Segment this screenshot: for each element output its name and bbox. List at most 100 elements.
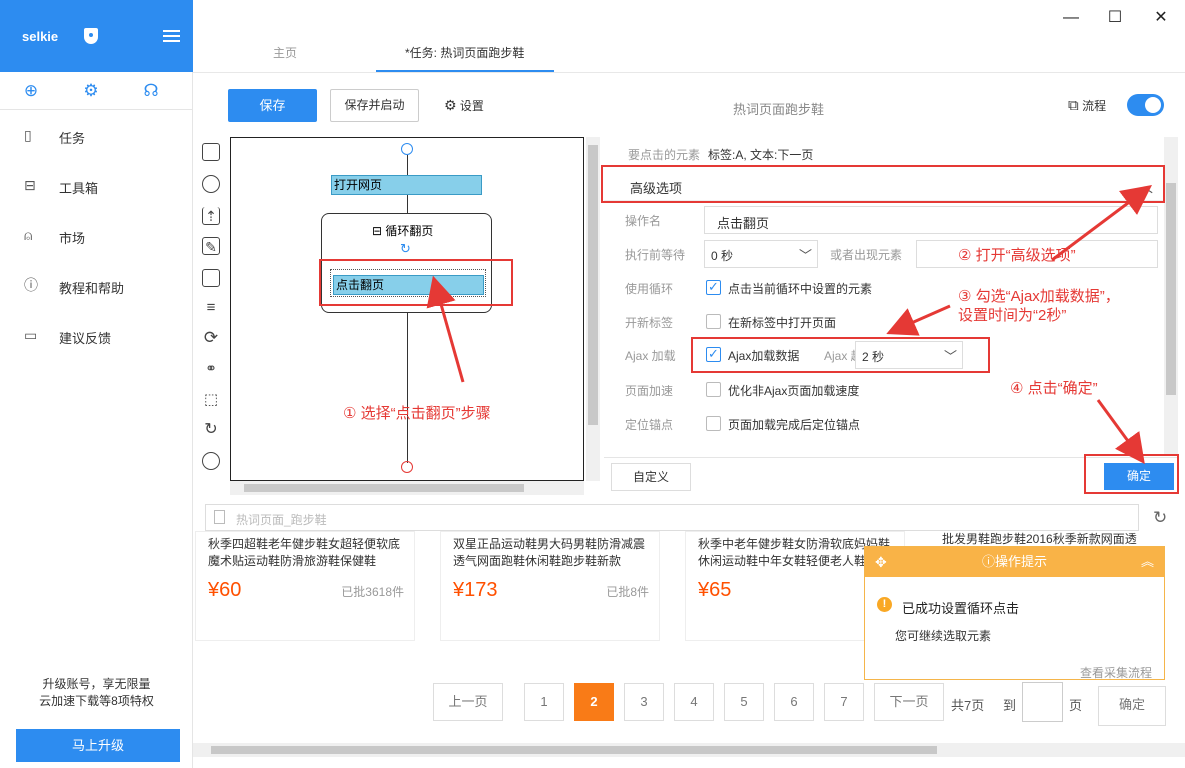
scroll-thumb[interactable] [588, 145, 598, 425]
add-circle-icon[interactable]: ⊕ [22, 82, 40, 100]
page-button-6[interactable]: 6 [774, 683, 814, 721]
maximize-icon[interactable]: ☐ [1105, 8, 1125, 28]
scroll-thumb[interactable] [244, 484, 524, 492]
use-loop-checkbox[interactable] [706, 279, 721, 295]
step3-annotation-2: 设置时间为“2秒” [958, 307, 1067, 324]
popup-header: ✥ ⓘ操作提示 ︽ [865, 547, 1164, 577]
custom-button[interactable]: 自定义 [611, 463, 691, 491]
refresh-icon[interactable]: ↻ [1153, 508, 1167, 528]
close-icon[interactable]: ✕ [1151, 8, 1171, 28]
step4-highlight [1084, 454, 1179, 494]
canvas-horizontal-scrollbar[interactable] [230, 481, 584, 495]
minimize-icon[interactable]: — [1061, 8, 1081, 28]
anchor-checkbox[interactable] [706, 416, 721, 431]
stop-tool-icon[interactable] [202, 452, 220, 470]
sidebar-item-feedback[interactable]: ▭ 建议反馈 [0, 310, 193, 360]
or-element-label: 或者出现元素 [830, 248, 903, 262]
chevron-down-icon: ﹀ [799, 248, 813, 263]
page-button-2[interactable]: 2 [574, 683, 614, 721]
sidebar-item-label: 工具箱 [59, 181, 99, 196]
save-and-run-button[interactable]: 保存并启动 [330, 89, 419, 122]
collapse-icon[interactable]: ︽ [1141, 547, 1154, 577]
brand-bar: selkie [0, 0, 193, 72]
page-button-1[interactable]: 1 [524, 683, 564, 721]
menu-icon[interactable] [163, 30, 180, 42]
page-unit-label: 页 [1069, 698, 1083, 713]
gear-icon[interactable]: ⚙ [82, 82, 100, 100]
operation-tip-popup: ✥ ⓘ操作提示 ︽ ! 已成功设置循环点击 您可继续选取元素 查看采集流程 [864, 546, 1165, 680]
flow-node-open-page[interactable]: 打开网页 [331, 175, 482, 195]
wait-label: 执行前等待 [625, 248, 686, 262]
step2-annotation: ② 打开“高级选项” [958, 247, 1076, 264]
page-horizontal-scrollbar[interactable] [193, 743, 1185, 757]
tab-home[interactable]: 主页 [273, 44, 297, 61]
product-sold: 已批8件 [606, 585, 649, 599]
save-button[interactable]: 保存 [228, 89, 317, 122]
anchor-label: 定位锚点 [625, 418, 674, 432]
edit-tool-icon[interactable]: ✎ [202, 237, 220, 255]
new-tab-checkbox[interactable] [706, 314, 721, 329]
flow-toggle[interactable] [1127, 94, 1164, 116]
product-card[interactable]: 批发男鞋跑步鞋2016秋季新款网面透 [930, 531, 1165, 545]
page-button-7[interactable]: 7 [824, 683, 864, 721]
goto-confirm-button[interactable]: 确定 [1098, 686, 1166, 726]
prev-page-button[interactable]: 上一页 [433, 683, 503, 721]
product-card[interactable]: 双星正品运动鞋男大码男鞋防滑减震透气网面跑鞋休闲鞋跑步鞋新款 ¥173 已批8件 [440, 531, 660, 641]
headset-icon[interactable]: ☊ [142, 82, 160, 100]
ajax-label: Ajax 加载 [625, 349, 676, 363]
speedup-checkbox[interactable] [706, 382, 721, 397]
step4-annotation: ④ 点击“确定” [1010, 380, 1098, 397]
tab-task[interactable]: *任务: 热词页面跑步鞋 [405, 44, 524, 61]
branch-tool-icon[interactable]: ⚭ [202, 359, 220, 377]
step2-highlight [601, 165, 1165, 203]
file-icon: ▯ [24, 127, 32, 143]
upload-tool-icon[interactable]: ⇡ [202, 207, 220, 225]
shield-icon[interactable] [84, 28, 98, 44]
view-flow-link[interactable]: 查看采集流程 [1080, 664, 1152, 681]
url-bar[interactable]: 热词页面_跑步鞋 [205, 504, 1139, 531]
op-name-input[interactable]: 点击翻页 [704, 206, 1158, 234]
anchor-text: 页面加载完成后定位锚点 [728, 418, 861, 432]
settings-button[interactable]: ⚙ 设置 [444, 97, 484, 114]
use-loop-label: 使用循环 [625, 282, 674, 296]
sidebar-item-help[interactable]: ⓘ 教程和帮助 [0, 260, 193, 310]
product-card[interactable]: 秋季四超鞋老年健步鞋女超轻便软底魔术贴运动鞋防滑旅游鞋保健鞋 ¥60 已批361… [195, 531, 415, 641]
scroll-thumb[interactable] [211, 746, 937, 754]
task-title: 热词页面跑步鞋 [733, 102, 825, 117]
page-button-4[interactable]: 4 [674, 683, 714, 721]
flow-loop-text: 循环翻页 [385, 224, 434, 238]
page-button-3[interactable]: 3 [624, 683, 664, 721]
product-title: 批发男鞋跑步鞋2016秋季新款网面透 [942, 532, 1137, 545]
anchor-row: 定位锚点 页面加载完成后定位锚点 [604, 407, 1164, 441]
sidebar-item-toolbox[interactable]: ⊟ 工具箱 [0, 160, 193, 210]
wait-select[interactable]: 0 秒 ﹀ [704, 240, 818, 268]
product-title: 秋季四超鞋老年健步鞋女超轻便软底魔术贴运动鞋防滑旅游鞋保健鞋 [208, 537, 401, 568]
goto-page-input[interactable] [1022, 682, 1063, 722]
open-page-tool-icon[interactable] [202, 143, 220, 161]
sidebar-item-market[interactable]: ⍝ 市场 [0, 210, 193, 260]
panel-scrollbar[interactable] [1164, 137, 1178, 455]
next-page-button[interactable]: 下一页 [874, 683, 944, 721]
mouse-tool-icon[interactable] [202, 175, 220, 193]
sidebar-item-task[interactable]: ▯ 任务 [0, 110, 193, 160]
page-button-5[interactable]: 5 [724, 683, 764, 721]
product-price: ¥60 [208, 579, 242, 601]
extract-tool-icon[interactable] [202, 269, 220, 287]
flow-connector [407, 195, 408, 213]
scroll-thumb[interactable] [1166, 183, 1176, 395]
loop-click-tool-icon[interactable]: ↻ [202, 421, 220, 439]
loop-tool-icon[interactable]: ⟳ [202, 329, 220, 347]
cursor-tool-icon[interactable]: ⬚ [202, 391, 220, 409]
upgrade-promo: 升级账号，享无限量 云加速下载等8项特权 [0, 676, 193, 710]
new-tab-row: 开新标签 在新标签中打开页面 [604, 305, 1164, 339]
canvas-vertical-scrollbar[interactable] [586, 137, 600, 481]
app-name: selkie [22, 29, 59, 44]
product-sold: 已批3618件 [341, 585, 404, 599]
new-tab-text: 在新标签中打开页面 [728, 316, 837, 330]
target-value: 标签:A, 文本:下一页 [708, 148, 814, 162]
page-icon [214, 510, 225, 524]
list-tool-icon[interactable]: ≡ [202, 299, 220, 317]
move-icon[interactable]: ✥ [875, 547, 887, 577]
upgrade-button[interactable]: 马上升级 [16, 729, 180, 762]
gear-icon: ⚙ [444, 97, 457, 113]
